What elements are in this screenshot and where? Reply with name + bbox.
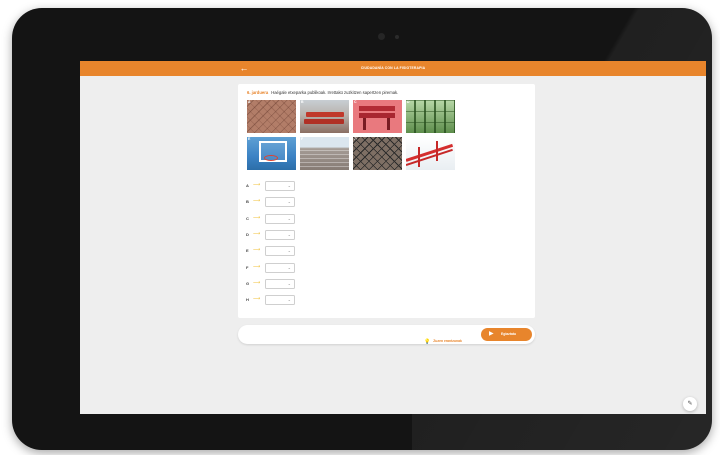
- photo-paving-tiles: A: [247, 100, 296, 133]
- show-answers-label: Zuzen erantzunak: [433, 339, 462, 343]
- photo-red-bench-pink: C: [353, 100, 402, 133]
- action-bar: 💡 Zuzen erantzunak ▶ Egiaztatu: [238, 325, 535, 345]
- photo-basketball-hoop: E: [247, 137, 296, 170]
- photo-label: C: [354, 100, 357, 104]
- top-bar: ← CIUDADANÍA CON LA FISIOTERAPIA: [80, 61, 706, 76]
- exercise-card: 6. jarduera Haégale etxeparka publikoak. …: [238, 84, 535, 318]
- tablet-frame: ← CIUDADANÍA CON LA FISIOTERAPIA 6. jard…: [12, 8, 712, 450]
- instruction-text: Haégale etxeparka publikoak. Irrettakü z…: [271, 90, 399, 95]
- app-screen: ← CIUDADANÍA CON LA FISIOTERAPIA 6. jard…: [80, 61, 706, 414]
- chevron-down-icon: ⌄: [287, 216, 291, 221]
- answer-letter: B: [246, 199, 249, 204]
- camera-icon: [378, 33, 385, 40]
- answer-select[interactable]: ⌄: [265, 246, 295, 256]
- arrow-right-icon: ⟶: [253, 182, 261, 188]
- answer-select[interactable]: ⌄: [265, 279, 295, 289]
- chevron-down-icon: ⌄: [287, 265, 291, 270]
- arrow-right-icon: ⟶: [253, 296, 261, 302]
- answer-select[interactable]: ⌄: [265, 295, 295, 305]
- tools-icon[interactable]: ✎: [683, 397, 697, 411]
- answer-letter: F: [246, 265, 249, 270]
- show-answers-button[interactable]: 💡 Zuzen erantzunak: [424, 330, 462, 345]
- chevron-down-icon: ⌄: [287, 248, 291, 253]
- chevron-down-icon: ⌄: [287, 199, 291, 204]
- answer-letter: D: [246, 232, 249, 237]
- arrow-right-icon: ⟶: [253, 247, 261, 253]
- sensor-icon: [395, 35, 399, 39]
- play-icon: ▶: [489, 331, 494, 337]
- chevron-down-icon: ⌄: [287, 297, 291, 302]
- photo-label: G: [354, 137, 357, 141]
- photo-label: B: [301, 100, 304, 104]
- chevron-down-icon: ⌄: [287, 281, 291, 286]
- chevron-down-icon: ⌄: [287, 232, 291, 237]
- exercise-number: 6. jarduera: [247, 90, 269, 95]
- photo-wire-mesh: G: [353, 137, 402, 170]
- chevron-down-icon: ⌄: [287, 183, 291, 188]
- page-title: CIUDADANÍA CON LA FISIOTERAPIA: [360, 66, 426, 70]
- photo-label: A: [248, 100, 251, 104]
- photo-stadium-seats: F: [300, 137, 349, 170]
- answer-letter: A: [246, 183, 249, 188]
- photo-label: D: [407, 100, 410, 104]
- answer-select[interactable]: ⌄: [265, 197, 295, 207]
- answer-select[interactable]: ⌄: [265, 181, 295, 191]
- answer-letter: G: [246, 281, 250, 286]
- arrow-right-icon: ⟶: [253, 198, 261, 204]
- photo-label: E: [248, 137, 251, 141]
- photo-label: H: [407, 137, 410, 141]
- arrow-right-icon: ⟶: [253, 280, 261, 286]
- photo-red-handrail: H: [406, 137, 455, 170]
- answer-select[interactable]: ⌄: [265, 230, 295, 240]
- answer-letter: H: [246, 297, 249, 302]
- answer-select[interactable]: ⌄: [265, 214, 295, 224]
- photo-red-bench: B: [300, 100, 349, 133]
- exercise-instruction: 6. jarduera Haégale etxeparka publikoak. …: [247, 90, 398, 95]
- arrow-right-icon: ⟶: [253, 231, 261, 237]
- photo-green-fence: D: [406, 100, 455, 133]
- arrow-right-icon: ⟶: [253, 264, 261, 270]
- answer-select[interactable]: ⌄: [265, 263, 295, 273]
- check-button-label: Egiaztatu: [501, 332, 517, 336]
- answer-letter: E: [246, 248, 249, 253]
- photo-label: F: [301, 137, 304, 141]
- check-button[interactable]: ▶ Egiaztatu: [481, 328, 532, 341]
- arrow-right-icon: ⟶: [253, 215, 261, 221]
- lightbulb-icon: 💡: [424, 339, 431, 345]
- answer-letter: C: [246, 216, 249, 221]
